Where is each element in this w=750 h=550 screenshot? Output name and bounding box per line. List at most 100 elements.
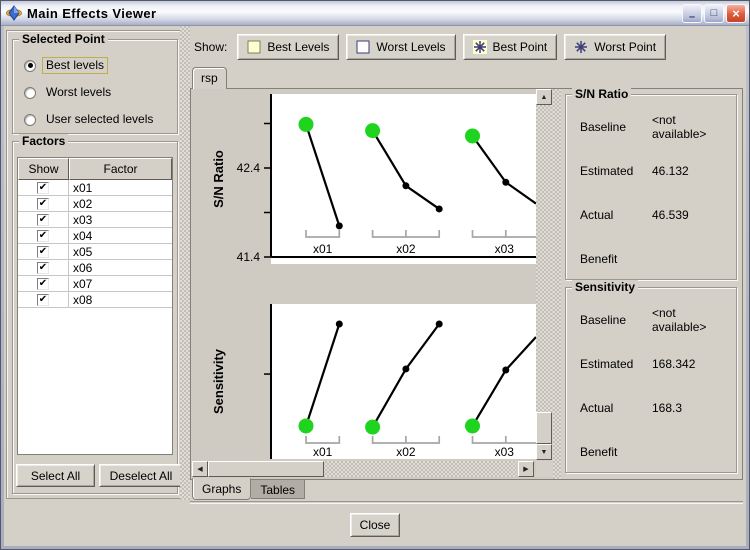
radio-label: User selected levels bbox=[46, 112, 154, 126]
svg-text:S/N Ratio: S/N Ratio bbox=[211, 150, 226, 208]
stat-label: Actual bbox=[580, 401, 614, 415]
table-row[interactable]: ✔ x05 bbox=[18, 244, 172, 260]
checkbox-checked-icon[interactable]: ✔ bbox=[37, 245, 49, 258]
tab-graphs[interactable]: Graphs bbox=[192, 478, 252, 500]
tab-rsp[interactable]: rsp bbox=[192, 67, 227, 89]
table-row[interactable]: ✔ x04 bbox=[18, 228, 172, 244]
toolbar-button-label: Best Levels bbox=[267, 39, 330, 54]
radio-unselected-icon[interactable] bbox=[24, 86, 36, 99]
factor-name: x06 bbox=[73, 260, 93, 275]
scroll-right-button[interactable]: ▶ bbox=[518, 461, 534, 477]
checkbox-cell: ✔ bbox=[18, 276, 69, 291]
stat-label: Benefit bbox=[580, 252, 618, 266]
factor-name: x04 bbox=[73, 228, 93, 243]
stat-value: 46.539 bbox=[652, 208, 689, 222]
maximize-button[interactable]: □ bbox=[704, 3, 724, 23]
checkbox-checked-icon[interactable]: ✔ bbox=[37, 213, 49, 226]
stat-value: 168.3 bbox=[652, 401, 683, 415]
worst-levels-button[interactable]: Worst Levels bbox=[346, 33, 456, 60]
factor-name: x05 bbox=[73, 244, 93, 259]
title-bar[interactable]: Main Effects Viewer – □ × bbox=[1, 1, 749, 26]
table-row[interactable]: ✔ x08 bbox=[18, 292, 172, 308]
vertical-scrollbar-track[interactable] bbox=[536, 105, 552, 444]
factors-title: Factors bbox=[19, 134, 69, 148]
selected-point-group: Selected Point Best levels Worst levels Us… bbox=[12, 32, 178, 134]
radio-unselected-icon[interactable] bbox=[24, 113, 36, 126]
svg-text:x01: x01 bbox=[313, 445, 333, 459]
vertical-scrollbar-thumb[interactable] bbox=[536, 412, 552, 444]
table-row[interactable]: ✔ x02 bbox=[18, 196, 172, 212]
minimize-button[interactable]: – bbox=[682, 3, 702, 23]
selected-point-options: Best levels Worst levels User selected lev… bbox=[13, 40, 177, 133]
worst-point-icon bbox=[574, 40, 588, 54]
splitter-stats[interactable] bbox=[553, 89, 561, 479]
bottom-tabs: Graphs Tables bbox=[192, 478, 306, 501]
checkbox-checked-icon[interactable]: ✔ bbox=[37, 293, 49, 306]
checkbox-cell: ✔ bbox=[18, 292, 69, 307]
checkbox-cell: ✔ bbox=[18, 244, 69, 259]
sn-ratio-chart: S/N Ratio 41.4 42.4 x01 x02 x03 bbox=[211, 94, 536, 264]
select-all-button[interactable]: Select All bbox=[16, 464, 95, 487]
radio-label: Worst levels bbox=[46, 85, 112, 99]
svg-text:x03: x03 bbox=[495, 242, 515, 256]
column-header-show[interactable]: Show bbox=[18, 158, 69, 180]
sensitivity-chart: Sensitivity x01 x02 x03 bbox=[211, 304, 536, 459]
factor-name: x08 bbox=[73, 292, 93, 307]
close-window-button[interactable]: × bbox=[726, 3, 746, 23]
best-point-button[interactable]: Best Point bbox=[462, 33, 558, 60]
main-effects-viewer-window: Main Effects Viewer – □ × Selected Point… bbox=[0, 0, 750, 550]
radio-option-user-selected-levels[interactable]: User selected levels bbox=[13, 106, 177, 133]
scroll-down-button[interactable]: ▼ bbox=[536, 444, 552, 460]
sensitivity-group: Sensitivity Baseline <not available> Estima… bbox=[565, 280, 737, 473]
horizontal-scrollbar-thumb[interactable] bbox=[208, 461, 324, 477]
app-icon bbox=[6, 5, 22, 21]
scroll-left-button[interactable]: ◀ bbox=[192, 461, 208, 477]
worst-levels-icon bbox=[356, 40, 370, 54]
radio-selected-icon[interactable] bbox=[24, 59, 36, 72]
stats-row: Actual 168.3 bbox=[580, 386, 730, 430]
tab-tables[interactable]: Tables bbox=[251, 479, 306, 499]
table-row[interactable]: ✔ x06 bbox=[18, 260, 172, 276]
scrollbar-corner bbox=[536, 461, 552, 477]
worst-point-button[interactable]: Worst Point bbox=[564, 33, 667, 60]
svg-text:x02: x02 bbox=[396, 242, 416, 256]
toolbar-button-label: Best Point bbox=[492, 39, 548, 54]
checkbox-checked-icon[interactable]: ✔ bbox=[37, 229, 49, 242]
svg-text:42.4: 42.4 bbox=[237, 161, 261, 175]
checkbox-checked-icon[interactable]: ✔ bbox=[37, 197, 49, 210]
checkbox-cell: ✔ bbox=[18, 180, 69, 195]
show-toolbar-buttons: Best Levels Worst Levels Best Point Worst P… bbox=[237, 33, 667, 60]
charts-viewport: Sensitivity x01 x02 x03 S/N Ratio 41.4 42.4 x01… bbox=[191, 89, 552, 479]
stats-row: Baseline <not available> bbox=[580, 105, 730, 149]
factors-table-header: Show Factor bbox=[18, 158, 172, 180]
scroll-up-button[interactable]: ▲ bbox=[536, 89, 552, 105]
stats-row: Actual 46.539 bbox=[580, 193, 730, 237]
deselect-all-button[interactable]: Deselect All bbox=[99, 464, 183, 487]
close-button[interactable]: Close bbox=[350, 513, 400, 537]
factor-name: x01 bbox=[73, 180, 93, 195]
table-row[interactable]: ✔ x03 bbox=[18, 212, 172, 228]
stat-label: Estimated bbox=[580, 164, 634, 178]
selected-point-title: Selected Point bbox=[19, 32, 108, 46]
checkbox-checked-icon[interactable]: ✔ bbox=[37, 277, 49, 290]
stats-group-title: S/N Ratio bbox=[572, 87, 632, 101]
radio-option-worst-levels[interactable]: Worst levels bbox=[13, 79, 177, 106]
table-row[interactable]: ✔ x01 bbox=[18, 180, 172, 196]
checkbox-checked-icon[interactable]: ✔ bbox=[37, 181, 49, 194]
show-toolbar: Show: Best Levels Worst Levels Best Point W… bbox=[194, 33, 667, 60]
checkbox-cell: ✔ bbox=[18, 196, 69, 211]
best-levels-button[interactable]: Best Levels bbox=[237, 33, 340, 60]
stats-rows: Baseline <not available> Estimated 168.342 A… bbox=[580, 298, 730, 468]
stat-value: 46.132 bbox=[652, 164, 689, 178]
column-header-factor[interactable]: Factor bbox=[69, 158, 172, 180]
checkbox-cell: ✔ bbox=[18, 212, 69, 227]
stats-row: Benefit bbox=[580, 237, 730, 281]
factor-name: x03 bbox=[73, 212, 93, 227]
radio-option-best-levels[interactable]: Best levels bbox=[13, 52, 177, 79]
checkbox-checked-icon[interactable]: ✔ bbox=[37, 261, 49, 274]
splitter-left[interactable] bbox=[180, 26, 190, 500]
factor-name: x02 bbox=[73, 196, 93, 211]
checkbox-cell: ✔ bbox=[18, 260, 69, 275]
table-row[interactable]: ✔ x07 bbox=[18, 276, 172, 292]
rsp-tab-content: Sensitivity x01 x02 x03 S/N Ratio 41.4 42.4 x01… bbox=[190, 87, 743, 480]
